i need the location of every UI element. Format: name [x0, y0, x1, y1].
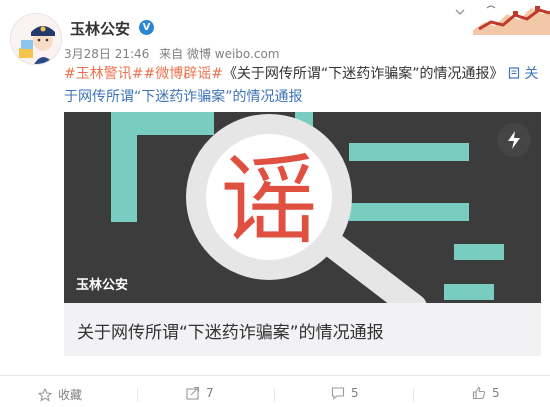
topic-link-yulin[interactable]: #玉林警讯#: [64, 66, 143, 82]
post-title-text: 《关于网传所谓“下迷药诈骗案”的情况通报》: [222, 66, 504, 82]
avatar[interactable]: [10, 13, 62, 65]
divider: [137, 388, 138, 402]
great-wall-decoration: [473, 0, 550, 35]
divider: [413, 388, 414, 402]
rumor-magnifier-image: 谣: [64, 112, 541, 303]
chevron-down-icon[interactable]: [454, 6, 466, 18]
thumbs-up-icon: [472, 386, 486, 400]
like-count: 5: [492, 386, 500, 400]
rumor-character: 谣: [220, 144, 318, 258]
forward-button[interactable]: 7: [186, 386, 214, 400]
article-card[interactable]: 谣 玉林公安 关于网传所谓“下迷药诈骗案”的情况通报: [64, 112, 541, 356]
card-image: 谣 玉林公安: [64, 112, 541, 303]
verified-badge-icon: V: [139, 20, 154, 35]
document-icon: [508, 67, 520, 79]
like-button[interactable]: 5: [472, 386, 500, 400]
lightning-icon: [508, 131, 520, 149]
action-bar: 收藏 7 5 5: [0, 375, 550, 407]
police-avatar-icon: [11, 14, 61, 64]
post-source[interactable]: 来自 微博 weibo.com: [159, 47, 279, 61]
card-source-label: 玉林公安: [76, 278, 129, 293]
favorite-label: 收藏: [58, 388, 83, 402]
comment-count: 5: [351, 386, 359, 400]
forward-count: 7: [206, 386, 214, 400]
divider: [274, 388, 275, 402]
username[interactable]: 玉林公安: [70, 18, 130, 39]
forward-icon: [186, 386, 200, 400]
favorite-button[interactable]: 收藏: [38, 386, 82, 403]
comment-icon: [331, 387, 345, 400]
post-text: #玉林警讯##微博辟谣#《关于网传所谓“下迷药诈骗案”的情况通报》 关于网传所谓…: [64, 63, 542, 109]
topic-link-rumor[interactable]: #微博辟谣#: [143, 66, 222, 82]
card-title[interactable]: 关于网传所谓“下迷药诈骗案”的情况通报: [77, 318, 384, 343]
star-icon: [38, 387, 52, 402]
post-date[interactable]: 3月28日 21:46: [64, 47, 149, 61]
post-meta: 3月28日 21:46 来自 微博 weibo.com: [64, 45, 286, 62]
flash-button[interactable]: [497, 123, 531, 157]
comment-button[interactable]: 5: [331, 386, 359, 400]
